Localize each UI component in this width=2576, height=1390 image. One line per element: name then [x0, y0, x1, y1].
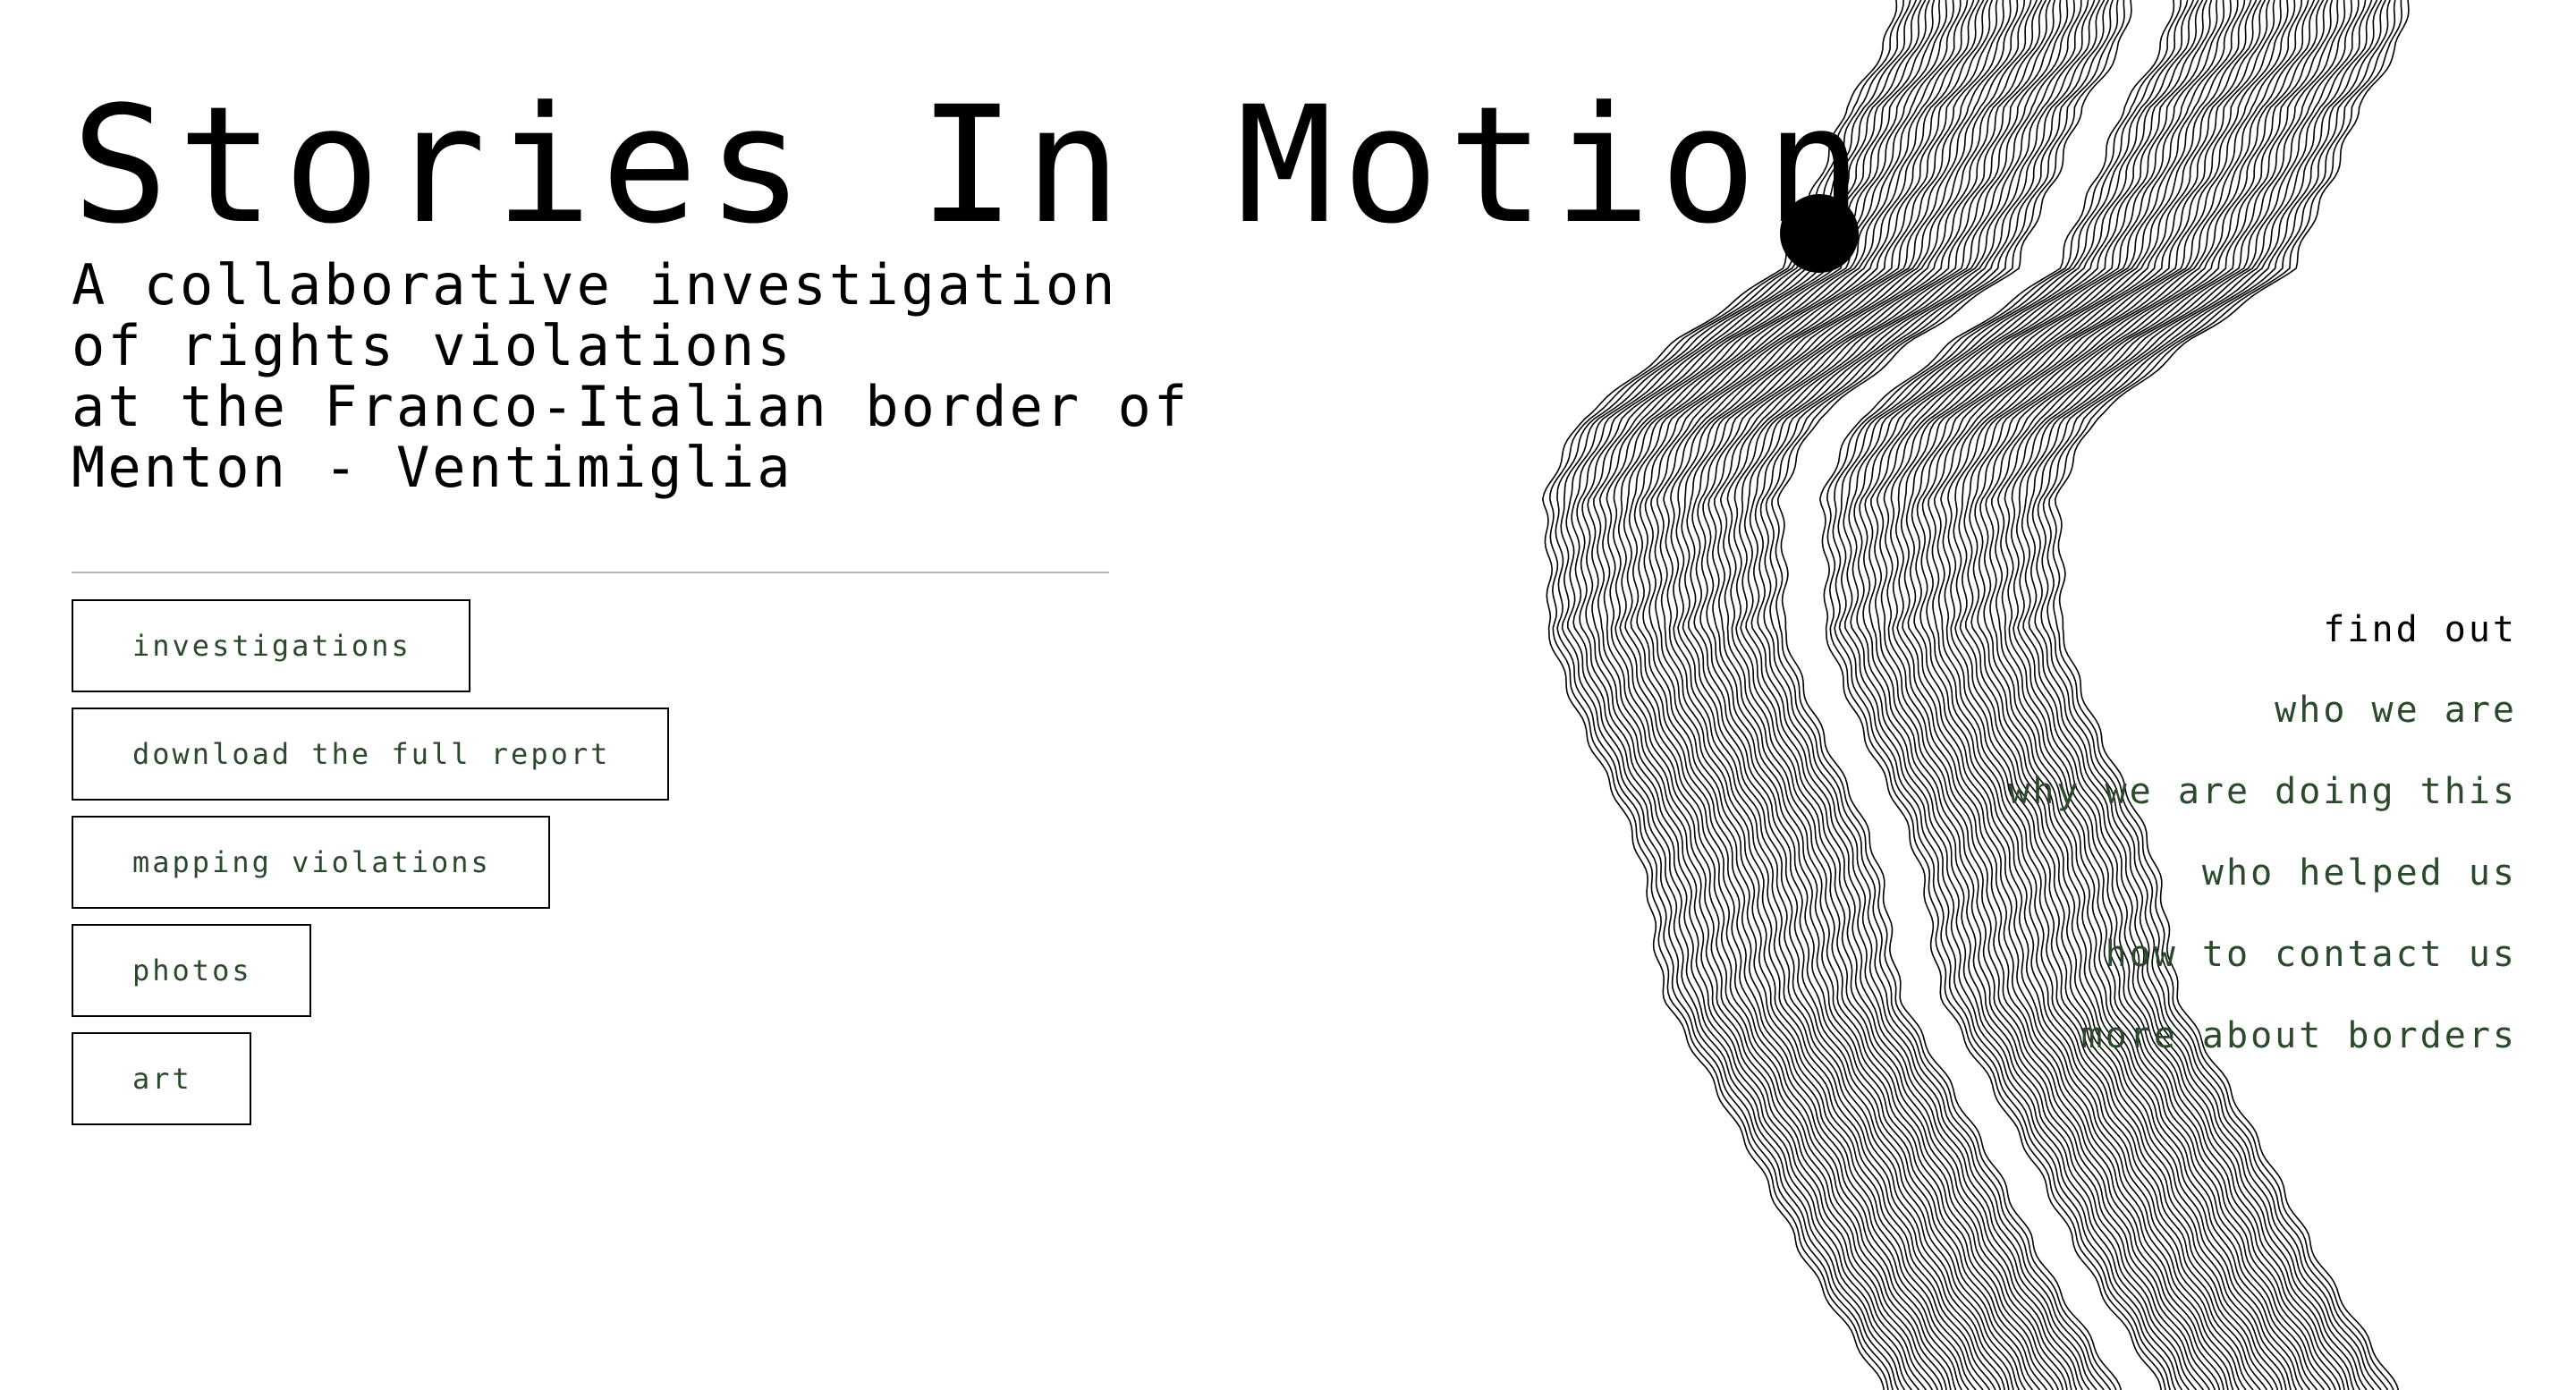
side-menu: find out who we are why we are doing thi…	[2008, 605, 2517, 1092]
find-out-heading: find out	[2323, 609, 2517, 650]
main-nav: investigations download the full report …	[72, 599, 670, 1140]
subtitle-line: of rights violations	[72, 313, 793, 378]
who-helped-us-link[interactable]: who helped us	[2008, 848, 2517, 929]
art-button[interactable]: art	[72, 1032, 251, 1125]
subtitle-line: Menton - Ventimiglia	[72, 435, 793, 500]
why-we-are-doing-this-link[interactable]: why we are doing this	[2008, 767, 2517, 848]
mapping-violations-button[interactable]: mapping violations	[72, 816, 550, 909]
strand-line	[1587, 0, 1941, 1390]
subtitle-line: at the Franco-Italian border of	[72, 374, 1191, 439]
how-to-contact-us-link[interactable]: how to contact us	[2008, 929, 2517, 1011]
who-we-are-link[interactable]: who we are	[2008, 685, 2517, 767]
page-subtitle: A collaborative investigation of rights …	[72, 255, 1190, 498]
more-about-borders-link[interactable]: more about borders	[2008, 1011, 2517, 1092]
subtitle-line: A collaborative investigation	[72, 252, 1118, 318]
black-dot	[1780, 194, 1859, 273]
download-report-button[interactable]: download the full report	[72, 708, 670, 801]
investigations-button[interactable]: investigations	[72, 599, 470, 692]
divider	[72, 572, 1109, 573]
photos-button[interactable]: photos	[72, 924, 311, 1017]
strand-line	[1565, 0, 1922, 1390]
